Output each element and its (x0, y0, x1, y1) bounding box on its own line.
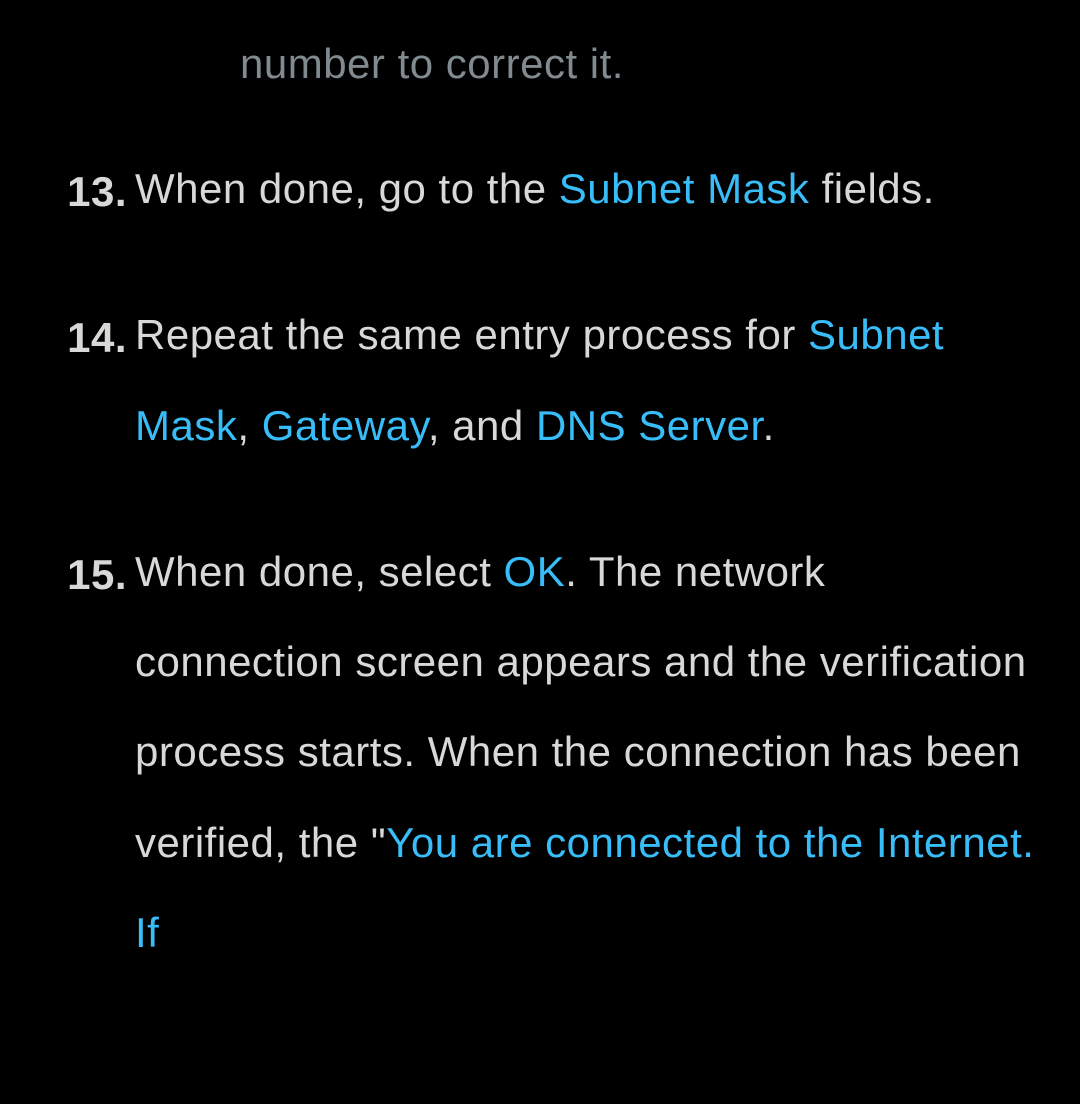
list-item: 13.When done, go to the Subnet Mask fiel… (45, 168, 1035, 234)
body-text: When done, go to the (135, 165, 559, 212)
body-text: , and (428, 402, 536, 449)
list-item: 14.Repeat the same entry process for Sub… (45, 314, 1035, 471)
body-text: , (237, 402, 261, 449)
body-text: fields. (809, 165, 934, 212)
highlight-term: Gateway (262, 402, 428, 449)
item-content: Repeat the same entry process for Subnet… (135, 290, 1035, 471)
item-number: 15. (45, 551, 135, 978)
body-text: Repeat the same entry process for (135, 311, 808, 358)
item-number: 13. (45, 168, 135, 234)
fragment-text: number to correct it. (240, 40, 1035, 88)
highlight-term: DNS Server (536, 402, 763, 449)
body-text: When done, select (135, 548, 504, 595)
body-text: . (763, 402, 775, 449)
item-content: When done, select OK. The network connec… (135, 527, 1035, 978)
highlight-term: Subnet Mask (559, 165, 810, 212)
item-number: 14. (45, 314, 135, 471)
item-content: When done, go to the Subnet Mask fields. (135, 144, 1035, 234)
highlight-term: OK (504, 548, 566, 595)
list-item: 15.When done, select OK. The network con… (45, 551, 1035, 978)
